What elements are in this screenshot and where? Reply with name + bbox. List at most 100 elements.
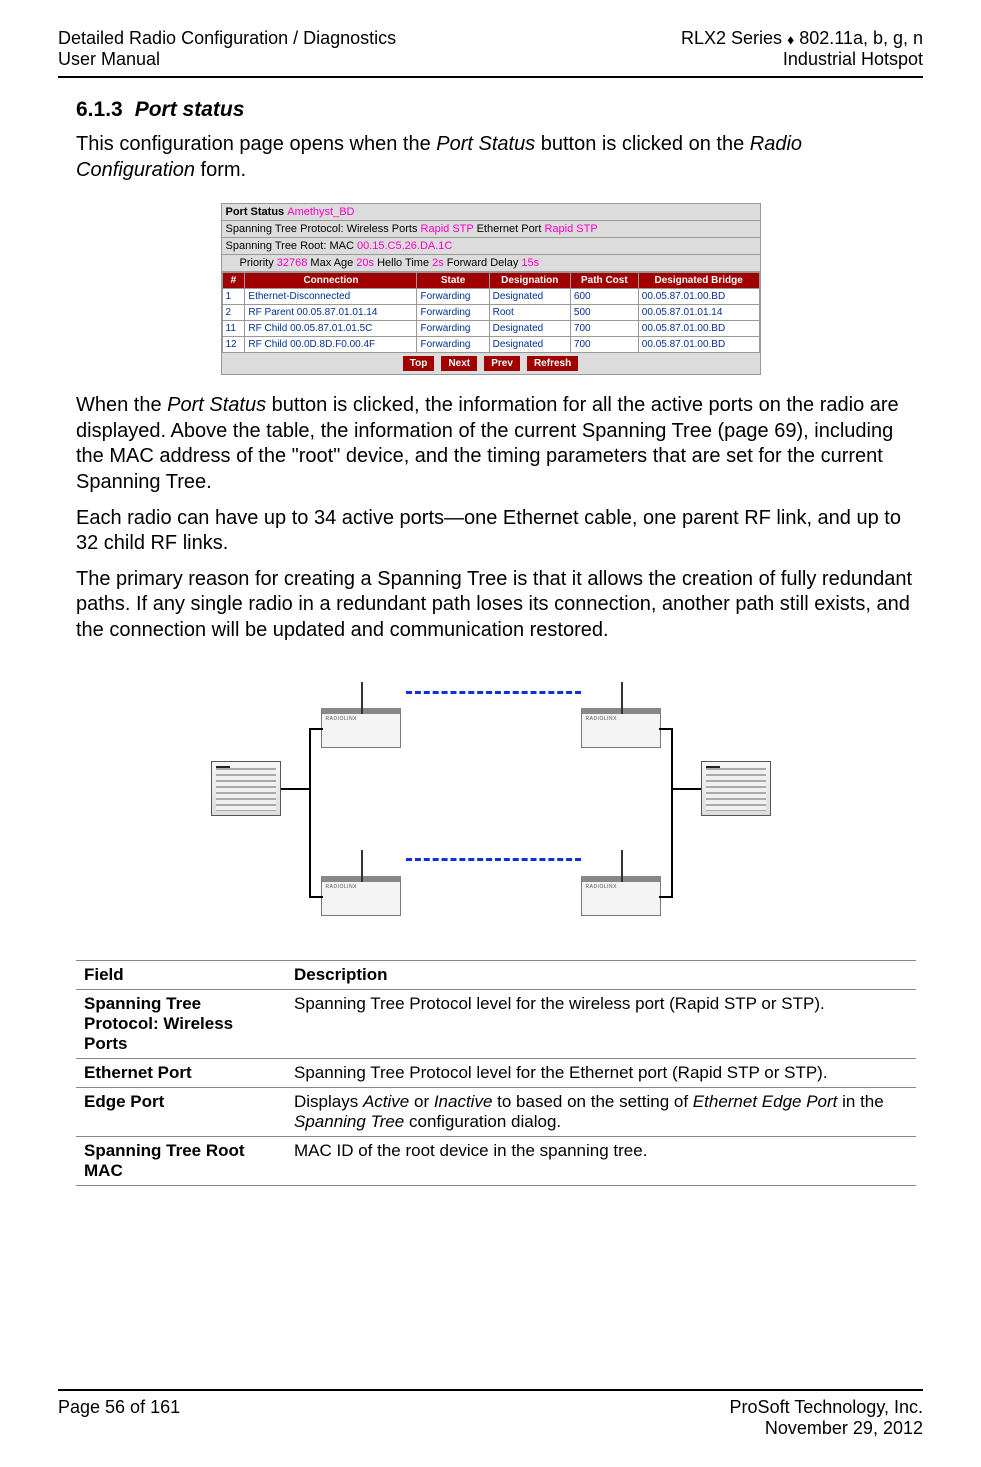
wireless-link-bottom-icon	[406, 858, 581, 861]
header-right-line1: RLX2 Series ♦ 802.11a, b, g, n	[681, 28, 923, 49]
paragraph-3: Each radio can have up to 34 active port…	[76, 506, 923, 557]
ps-h5: Designated Bridge	[638, 273, 759, 289]
pl1a: Spanning Tree Protocol: Wireless Ports	[226, 223, 421, 235]
c: 00.05.87.01.00.BD	[638, 289, 759, 305]
fd-header-row: Field Description	[76, 960, 916, 989]
pl3a: Priority	[240, 257, 277, 269]
footer-right-line1: ProSoft Technology, Inc.	[730, 1397, 923, 1418]
radio-top-right-icon	[581, 708, 661, 748]
p1b: Port Status	[436, 133, 535, 155]
c: Forwarding	[417, 289, 489, 305]
wireless-link-top-icon	[406, 691, 581, 694]
ps-proto-line2: Spanning Tree Root: MAC 00.15.C5.26.DA.1…	[222, 238, 760, 255]
ps-proto-line1: Spanning Tree Protocol: Wireless Ports R…	[222, 221, 760, 238]
section-number: 6.1.3	[76, 98, 123, 121]
ps-title-label: Port Status	[226, 206, 285, 218]
header-right-line1-a: RLX2 Series	[681, 28, 787, 48]
c: RF Child 00.0D.8D.F0.00.4F	[245, 337, 417, 353]
p1c: button is clicked on the	[535, 133, 750, 155]
c: Designated	[489, 321, 570, 337]
ps-h1: Connection	[245, 273, 417, 289]
paragraph-4: The primary reason for creating a Spanni…	[76, 567, 923, 644]
c: 00.05.87.01.01.14	[638, 305, 759, 321]
c: RF Child 00.05.87.01.01.5C	[245, 321, 417, 337]
refresh-button[interactable]: Refresh	[527, 356, 578, 371]
table-row: Ethernet Port Spanning Tree Protocol lev…	[76, 1058, 916, 1087]
p1e: form.	[195, 159, 246, 181]
field-description-table: Field Description Spanning Tree Protocol…	[76, 960, 916, 1186]
header-left-line1: Detailed Radio Configuration / Diagnosti…	[58, 28, 396, 49]
c: 700	[570, 321, 638, 337]
ps-row: 1Ethernet-DisconnectedForwardingDesignat…	[222, 289, 759, 305]
port-status-title: Port Status Amethyst_BD	[222, 204, 760, 221]
t: configuration dialog.	[404, 1112, 561, 1131]
section-heading: 6.1.3 Port status	[76, 98, 923, 122]
p1a: This configuration page opens when the	[76, 133, 436, 155]
t: or	[409, 1092, 434, 1111]
radio-top-left-icon	[321, 708, 401, 748]
ps-h2: State	[417, 273, 489, 289]
port-status-table: # Connection State Designation Path Cost…	[222, 272, 760, 353]
header-left: Detailed Radio Configuration / Diagnosti…	[58, 28, 396, 70]
wire-icon	[309, 896, 323, 898]
c: Root	[489, 305, 570, 321]
c: Designated	[489, 337, 570, 353]
t: to based on the setting of	[492, 1092, 692, 1111]
paragraph-2: When the Port Status button is clicked, …	[76, 393, 923, 495]
c: Designated	[489, 289, 570, 305]
wire-icon	[671, 788, 701, 790]
ps-row: 2RF Parent 00.05.87.01.01.14ForwardingRo…	[222, 305, 759, 321]
pl3e: Hello Time	[374, 257, 432, 269]
port-status-panel: Port Status Amethyst_BD Spanning Tree Pr…	[221, 203, 761, 375]
radio-bottom-left-icon	[321, 876, 401, 916]
ps-h3: Designation	[489, 273, 570, 289]
fd-head-desc: Description	[286, 960, 916, 989]
footer-right-line2: November 29, 2012	[730, 1418, 923, 1439]
t: Ethernet Edge Port	[693, 1092, 838, 1111]
wire-icon	[309, 728, 311, 898]
ps-row: 12RF Child 00.0D.8D.F0.00.4FForwardingDe…	[222, 337, 759, 353]
wire-icon	[659, 896, 673, 898]
page-header: Detailed Radio Configuration / Diagnosti…	[58, 28, 923, 70]
wire-icon	[659, 728, 673, 730]
switch-right-icon	[701, 761, 771, 816]
c: Forwarding	[417, 337, 489, 353]
t: Spanning Tree	[294, 1112, 404, 1131]
topology-figure	[58, 656, 923, 946]
table-row: Spanning Tree Protocol: Wireless Ports S…	[76, 989, 916, 1058]
prev-button[interactable]: Prev	[484, 356, 520, 371]
section-title: Port status	[135, 98, 245, 121]
pl3b: 32768	[277, 257, 308, 269]
bottom-rule	[58, 1389, 923, 1391]
fd-field: Edge Port	[76, 1087, 286, 1136]
c: 00.05.87.01.00.BD	[638, 337, 759, 353]
ps-radio-name: Amethyst_BD	[287, 206, 354, 218]
t: in the	[837, 1092, 883, 1111]
pl3g: Forward Delay	[444, 257, 522, 269]
fd-desc: Spanning Tree Protocol level for the Eth…	[286, 1058, 916, 1087]
next-button[interactable]: Next	[441, 356, 477, 371]
topology	[211, 656, 771, 946]
c: 2	[222, 305, 245, 321]
pl2b: 00.15.C5.26.DA.1C	[357, 240, 452, 252]
port-status-figure: Port Status Amethyst_BD Spanning Tree Pr…	[58, 203, 923, 375]
c: 700	[570, 337, 638, 353]
header-left-line2: User Manual	[58, 49, 396, 70]
c: 600	[570, 289, 638, 305]
pl3f: 2s	[432, 257, 444, 269]
pl2a: Spanning Tree Root: MAC	[226, 240, 357, 252]
wire-icon	[309, 728, 323, 730]
header-right-line2: Industrial Hotspot	[681, 49, 923, 70]
c: Ethernet-Disconnected	[245, 289, 417, 305]
pl1b: Rapid STP	[421, 223, 474, 235]
ps-buttons: Top Next Prev Refresh	[222, 353, 760, 374]
c: Forwarding	[417, 305, 489, 321]
t: Inactive	[434, 1092, 493, 1111]
t: Active	[363, 1092, 409, 1111]
ps-h4: Path Cost	[570, 273, 638, 289]
p2a: When the	[76, 394, 167, 416]
top-button[interactable]: Top	[403, 356, 435, 371]
p2b: Port Status	[167, 394, 266, 416]
wire-icon	[281, 788, 311, 790]
fd-head-field: Field	[76, 960, 286, 989]
